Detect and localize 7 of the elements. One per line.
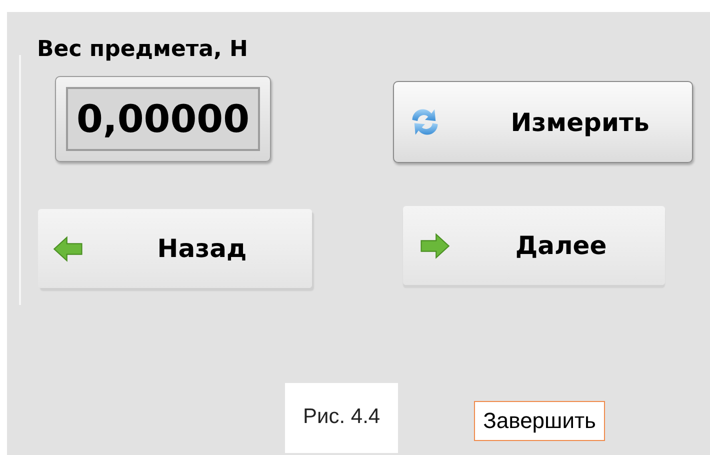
back-button[interactable]: Назад [38,209,312,288]
value-display: 0,00000 [55,76,271,162]
field-label: Вес предмета, Н [37,37,248,62]
figure-caption: Рис. 4.4 [285,383,398,453]
next-button[interactable]: Далее [403,206,665,285]
measure-button[interactable]: Измерить [393,81,693,163]
finish-button[interactable]: Завершить [474,401,606,441]
